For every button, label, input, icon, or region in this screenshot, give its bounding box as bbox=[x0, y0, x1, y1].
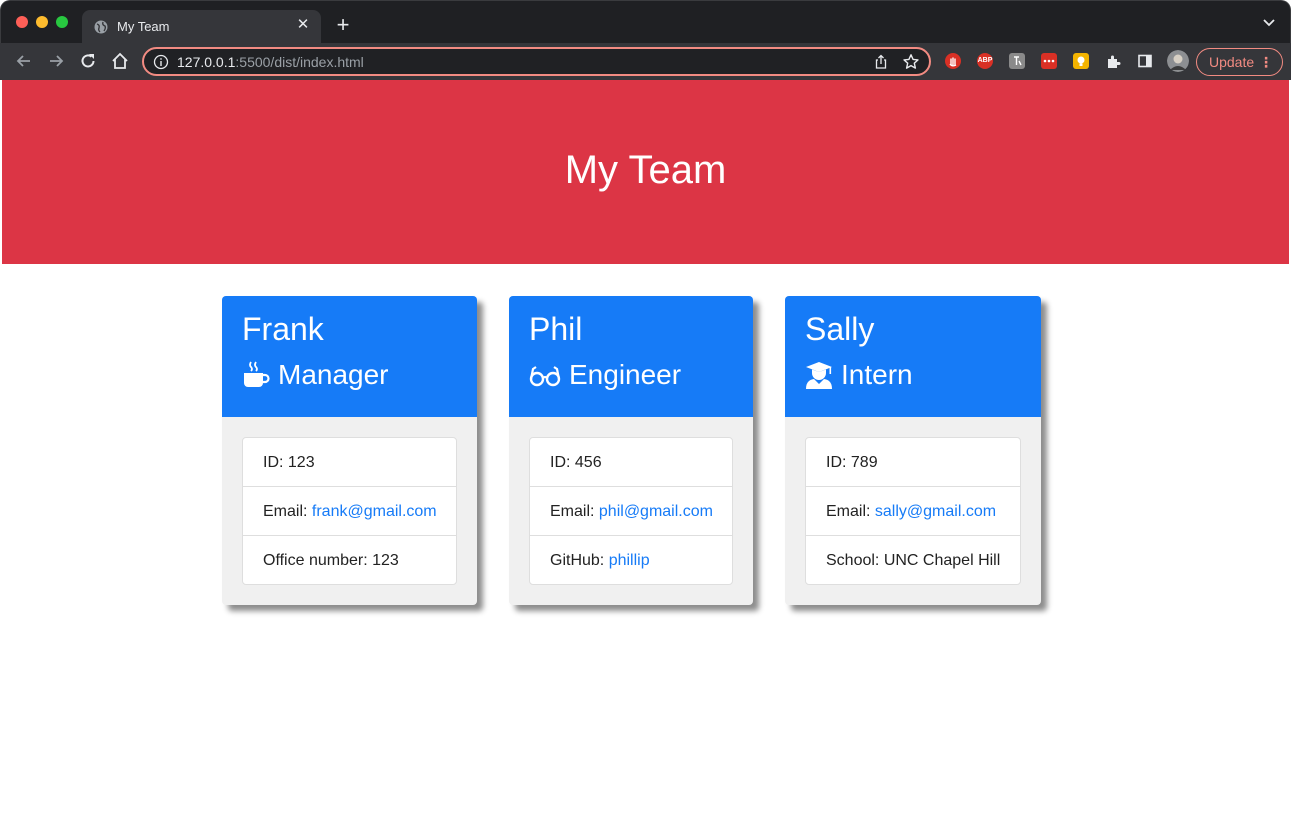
card-header: Phil Engineer bbox=[509, 296, 753, 417]
member-details-list: ID: 456 Email: phil@gmail.com GitHub: ph… bbox=[529, 437, 733, 585]
globe-icon bbox=[94, 20, 108, 34]
member-id: ID: 789 bbox=[806, 438, 1020, 487]
home-icon[interactable] bbox=[110, 51, 130, 71]
member-role: Manager bbox=[242, 358, 389, 392]
update-button[interactable]: Update ⋮ bbox=[1196, 48, 1283, 76]
info-icon[interactable] bbox=[153, 54, 169, 70]
member-school: School: UNC Chapel Hill bbox=[826, 552, 1001, 569]
member-id: ID: 456 bbox=[530, 438, 732, 487]
email-prefix: Email: bbox=[550, 503, 599, 520]
mug-icon bbox=[244, 361, 270, 387]
member-email-row: Email: sally@gmail.com bbox=[806, 487, 1020, 536]
member-role-label: Manager bbox=[278, 359, 389, 390]
reload-icon[interactable] bbox=[78, 51, 98, 71]
member-role-label: Intern bbox=[841, 359, 913, 390]
member-office-number: Office number: 123 bbox=[263, 552, 399, 569]
translate-icon[interactable] bbox=[1009, 53, 1025, 69]
chevron-down-icon[interactable] bbox=[1262, 17, 1276, 29]
stop-hand-icon[interactable] bbox=[945, 53, 961, 69]
new-tab-icon[interactable]: + bbox=[334, 14, 352, 36]
member-name: Sally bbox=[805, 311, 875, 347]
member-role: Engineer bbox=[529, 358, 681, 392]
page-header: My Team bbox=[2, 80, 1289, 264]
forward-arrow-icon[interactable] bbox=[46, 51, 66, 71]
member-role-label: Engineer bbox=[569, 359, 682, 390]
member-name: Phil bbox=[529, 311, 583, 347]
maximize-window-button[interactable] bbox=[56, 16, 68, 28]
adblock-plus-icon[interactable]: ABP bbox=[977, 53, 993, 69]
tab-title: My Team bbox=[117, 19, 170, 34]
team-card-engineer: Phil Engineer ID: 456 Email: phil@gmail.… bbox=[509, 296, 753, 605]
member-id: ID: 123 bbox=[243, 438, 456, 487]
card-header: Sally Intern bbox=[785, 296, 1041, 417]
page-title: My Team bbox=[564, 148, 727, 192]
avatar[interactable] bbox=[1167, 50, 1189, 72]
bookmark-star-icon[interactable] bbox=[902, 53, 920, 71]
github-link[interactable]: phillip bbox=[609, 552, 650, 569]
back-arrow-icon[interactable] bbox=[14, 51, 34, 71]
graduate-icon bbox=[806, 362, 832, 389]
member-role: Intern bbox=[805, 358, 913, 392]
side-panel-icon[interactable] bbox=[1137, 53, 1153, 69]
share-icon[interactable] bbox=[873, 54, 889, 70]
browser-tab-strip: My Team ✕ + bbox=[0, 0, 1291, 44]
member-details-list: ID: 123 Email: frank@gmail.com Office nu… bbox=[242, 437, 457, 585]
email-prefix: Email: bbox=[826, 503, 875, 520]
member-email-row: Email: phil@gmail.com bbox=[530, 487, 732, 536]
bulb-extension-icon[interactable] bbox=[1073, 53, 1089, 69]
member-email-row: Email: frank@gmail.com bbox=[243, 487, 456, 536]
member-name: Frank bbox=[242, 311, 324, 347]
url-text[interactable]: 127.0.0.1:5500/dist/index.html bbox=[177, 54, 364, 70]
close-window-button[interactable] bbox=[16, 16, 28, 28]
email-link[interactable]: phil@gmail.com bbox=[599, 503, 713, 520]
email-prefix: Email: bbox=[263, 503, 312, 520]
browser-tab[interactable]: My Team ✕ bbox=[82, 10, 321, 44]
team-card-intern: Sally Intern ID: 789 Email: sally@gmail.… bbox=[785, 296, 1041, 605]
url-host: 127.0.0.1 bbox=[177, 54, 236, 70]
minimize-window-button[interactable] bbox=[36, 16, 48, 28]
dots-extension-icon[interactable] bbox=[1041, 53, 1057, 69]
member-details-list: ID: 789 Email: sally@gmail.com School: U… bbox=[805, 437, 1021, 585]
github-prefix: GitHub: bbox=[550, 552, 609, 569]
member-github-row: GitHub: phillip bbox=[530, 536, 732, 584]
address-bar[interactable]: 127.0.0.1:5500/dist/index.html bbox=[142, 47, 931, 76]
update-label: Update bbox=[1209, 54, 1255, 70]
puzzle-extensions-icon[interactable] bbox=[1105, 53, 1121, 69]
more-vert-icon: ⋮ bbox=[1259, 54, 1273, 70]
email-link[interactable]: sally@gmail.com bbox=[875, 503, 996, 520]
email-link[interactable]: frank@gmail.com bbox=[312, 503, 437, 520]
card-header: Frank Manager bbox=[222, 296, 477, 417]
glasses-icon bbox=[529, 366, 561, 387]
url-path: :5500/dist/index.html bbox=[235, 54, 364, 70]
team-card-manager: Frank Manager ID: 123 Email: frank@gmail… bbox=[222, 296, 477, 605]
browser-toolbar: 127.0.0.1:5500/dist/index.html ABP Updat… bbox=[0, 43, 1291, 80]
close-tab-icon[interactable]: ✕ bbox=[295, 17, 311, 33]
